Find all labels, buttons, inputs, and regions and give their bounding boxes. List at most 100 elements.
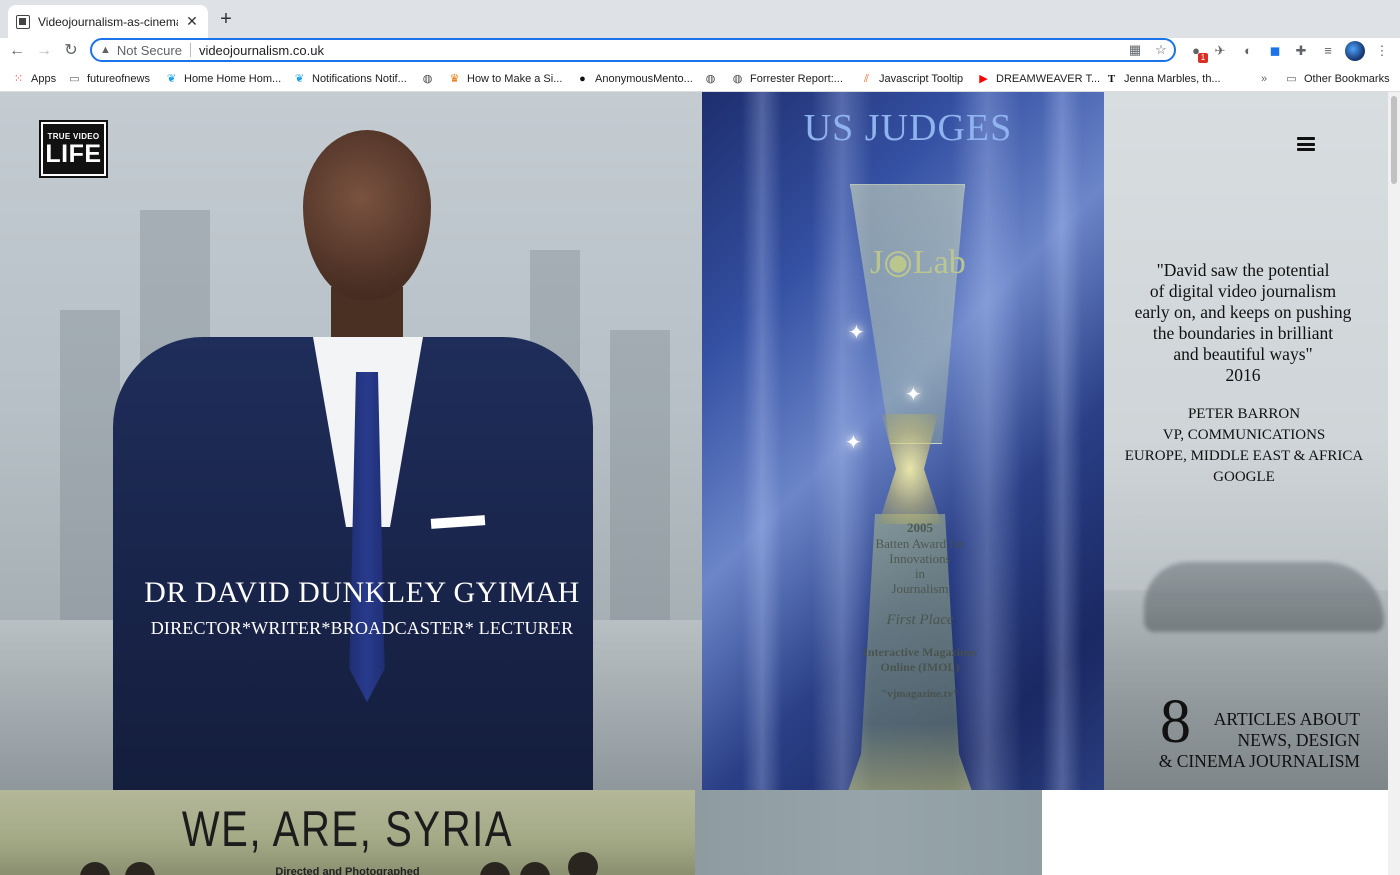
quote-line: the boundaries in brilliant [1152, 323, 1334, 343]
bookmarks-bar: ⁙ Apps ▭ futureofnews ❦ Home Home Hom...… [0, 66, 1400, 92]
bookmark-label: Other Bookmarks [1304, 73, 1390, 85]
extension-circle-icon[interactable]: ◐ [1238, 41, 1258, 61]
testimonial-quote: "David saw the potential of digital vide… [1110, 260, 1376, 386]
stripes-icon: ⫽ [864, 72, 869, 85]
bookmark-twitter-home[interactable]: ❦ Home Home Hom... [165, 70, 281, 88]
bookmark-label: AnonymousMento... [595, 73, 693, 85]
warning-icon[interactable]: ▲ [100, 44, 111, 56]
trophy-place: First Place [886, 612, 954, 628]
bookmark-label: Jenna Marbles, th... [1124, 73, 1221, 85]
award-panel: US JUDGES [702, 92, 1104, 790]
bookmark-other[interactable]: ▭ Other Bookmarks [1285, 70, 1390, 88]
syria-subtitle: Directed and Photographed [275, 866, 420, 875]
extension-s-icon[interactable]: ◼ [1265, 41, 1285, 61]
hero-subtitle: DIRECTOR*WRITER*BROADCASTER* LECTURER [150, 618, 574, 638]
quote-year: 2016 [1225, 365, 1261, 385]
profile-avatar[interactable] [1345, 41, 1365, 61]
forward-arrow-icon[interactable]: → [33, 40, 55, 62]
trophy-site: "vjmagazine.tv" [881, 688, 959, 700]
bookmark-twitter-notifications[interactable]: ❦ Notifications Notif... [293, 70, 407, 88]
sparkle-icon: ✦ [848, 322, 865, 344]
extension-badge: 1 [1198, 53, 1208, 63]
quote-line: early on, and keeps on pushing [1134, 302, 1352, 322]
bookmark-javascript-tooltip[interactable]: ⫽ Javascript Tooltip [860, 70, 963, 88]
curtain-fold [1042, 92, 1082, 790]
apps-grid-icon: ⁙ [13, 72, 24, 85]
globe-icon: ◍ [705, 72, 716, 85]
award-heading: US JUDGES [803, 107, 1013, 149]
folder-icon: ▭ [69, 72, 80, 85]
bookmark-futureofnews[interactable]: ▭ futureofnews [68, 70, 150, 88]
qr-code-icon[interactable]: ▦ [1122, 42, 1148, 58]
address-bar[interactable]: ▲ Not Secure videojournalism.co.uk ▦ ☆ [90, 38, 1176, 62]
globe-icon: ◍ [422, 72, 433, 85]
grey-tile[interactable] [695, 790, 1042, 875]
more-bookmarks-chevron[interactable]: » [1261, 70, 1267, 88]
credit-region: EUROPE, MIDDLE EAST & AFRICA [1124, 448, 1364, 464]
scrollbar-thumb[interactable] [1391, 96, 1397, 184]
browser-tab[interactable]: Videojournalism-as-cinema | N ✕ [8, 5, 208, 38]
site-favicon-icon [16, 14, 30, 29]
hero-name: DR DAVID DUNKLEY GYIMAH [144, 576, 580, 609]
tumblr-icon: ● [579, 72, 586, 85]
extension-record-icon[interactable]: ● 1 [1186, 41, 1208, 63]
nytimes-icon: T [1107, 72, 1116, 85]
bookmark-label: Notifications Notif... [312, 73, 407, 85]
extensions-puzzle-icon[interactable]: ✚ [1291, 41, 1311, 61]
bookmark-globe-2[interactable]: ◍ [704, 70, 723, 88]
bookmark-how-to-make[interactable]: ♛ How to Make a Si... [448, 70, 563, 88]
reload-icon[interactable]: ↻ [60, 40, 82, 62]
bookmark-label: DREAMWEAVER T... [996, 73, 1101, 85]
bookmark-label: Javascript Tooltip [879, 73, 964, 85]
syria-title: WE, ARE, SYRIA [181, 801, 514, 857]
security-label[interactable]: Not Secure [117, 43, 182, 58]
bookmark-dreamweaver[interactable]: ▶ DREAMWEAVER T... [977, 70, 1100, 88]
tab-title: Videojournalism-as-cinema | N [38, 14, 178, 29]
twitter-icon: ❦ [166, 72, 177, 85]
bookmark-apps[interactable]: ⁙ Apps [12, 70, 56, 88]
curtain-fold [742, 92, 782, 790]
trophy-brand: J◉Lab [870, 244, 966, 281]
bookmark-anonymousmento[interactable]: ● AnonymousMento... [576, 70, 693, 88]
address-divider [189, 43, 191, 57]
bookmark-label: Home Home Hom... [184, 73, 282, 85]
sparkle-icon: ✦ [905, 384, 922, 406]
bookmark-label: How to Make a Si... [467, 73, 563, 85]
site-icon: ♛ [449, 72, 460, 85]
reading-list-icon[interactable]: ≡ [1318, 41, 1338, 61]
close-tab-icon[interactable]: ✕ [184, 13, 200, 30]
site-logo[interactable]: TRUE VIDEO LIFE [39, 120, 108, 178]
portrait-head [303, 130, 431, 300]
extension-bird-icon[interactable]: ✈ [1210, 41, 1230, 61]
web-page: TRUE VIDEO LIFE DR DAVID DUNKLEY GYIMAH … [0, 92, 1388, 875]
portrait-figure [113, 122, 593, 790]
tab-strip: Videojournalism-as-cinema | N ✕ + [0, 0, 1400, 38]
hero-portrait-panel [0, 92, 702, 790]
browser-toolbar: ← → ↻ ▲ Not Secure videojournalism.co.uk… [0, 38, 1400, 64]
youtube-icon: ▶ [979, 72, 988, 85]
url-text[interactable]: videojournalism.co.uk [199, 43, 1122, 58]
bookmark-label: Apps [31, 73, 57, 85]
logo-bottom-text: LIFE [45, 139, 102, 168]
page-scrollbar[interactable] [1388, 92, 1400, 875]
bookmark-jenna-marbles[interactable]: T Jenna Marbles, th... [1105, 70, 1221, 88]
menu-kebab-icon[interactable]: ⋮ [1372, 41, 1392, 61]
syria-film-tile[interactable]: WE, ARE, SYRIA Directed and Photographed [0, 790, 695, 875]
back-arrow-icon[interactable]: ← [6, 40, 28, 62]
trophy-org: Online (IMOL) [880, 660, 960, 674]
trophy-line: Batten Award for [875, 536, 965, 551]
credit-title: VP, COMMUNICATIONS [1162, 427, 1326, 443]
new-tab-button[interactable]: + [216, 9, 236, 29]
bookmark-globe[interactable]: ◍ [421, 70, 440, 88]
articles-link[interactable]: 8 ARTICLES ABOUT NEWS, DESIGN & CINEMA J… [1150, 691, 1360, 777]
credit-name: PETER BARRON [1187, 406, 1301, 422]
bookmark-label: Forrester Report:... [750, 73, 843, 85]
quote-line: of digital video journalism [1149, 281, 1337, 301]
bookmark-star-icon[interactable]: ☆ [1148, 42, 1174, 58]
trophy-org: Interactive Magazines [863, 645, 977, 659]
blurred-car [1144, 562, 1384, 632]
articles-line: ARTICLES ABOUT [1213, 709, 1360, 729]
articles-line: & CINEMA JOURNALISM [1158, 751, 1360, 771]
hamburger-menu-icon[interactable] [1297, 137, 1315, 151]
bookmark-forrester[interactable]: ◍ Forrester Report:... [731, 70, 843, 88]
